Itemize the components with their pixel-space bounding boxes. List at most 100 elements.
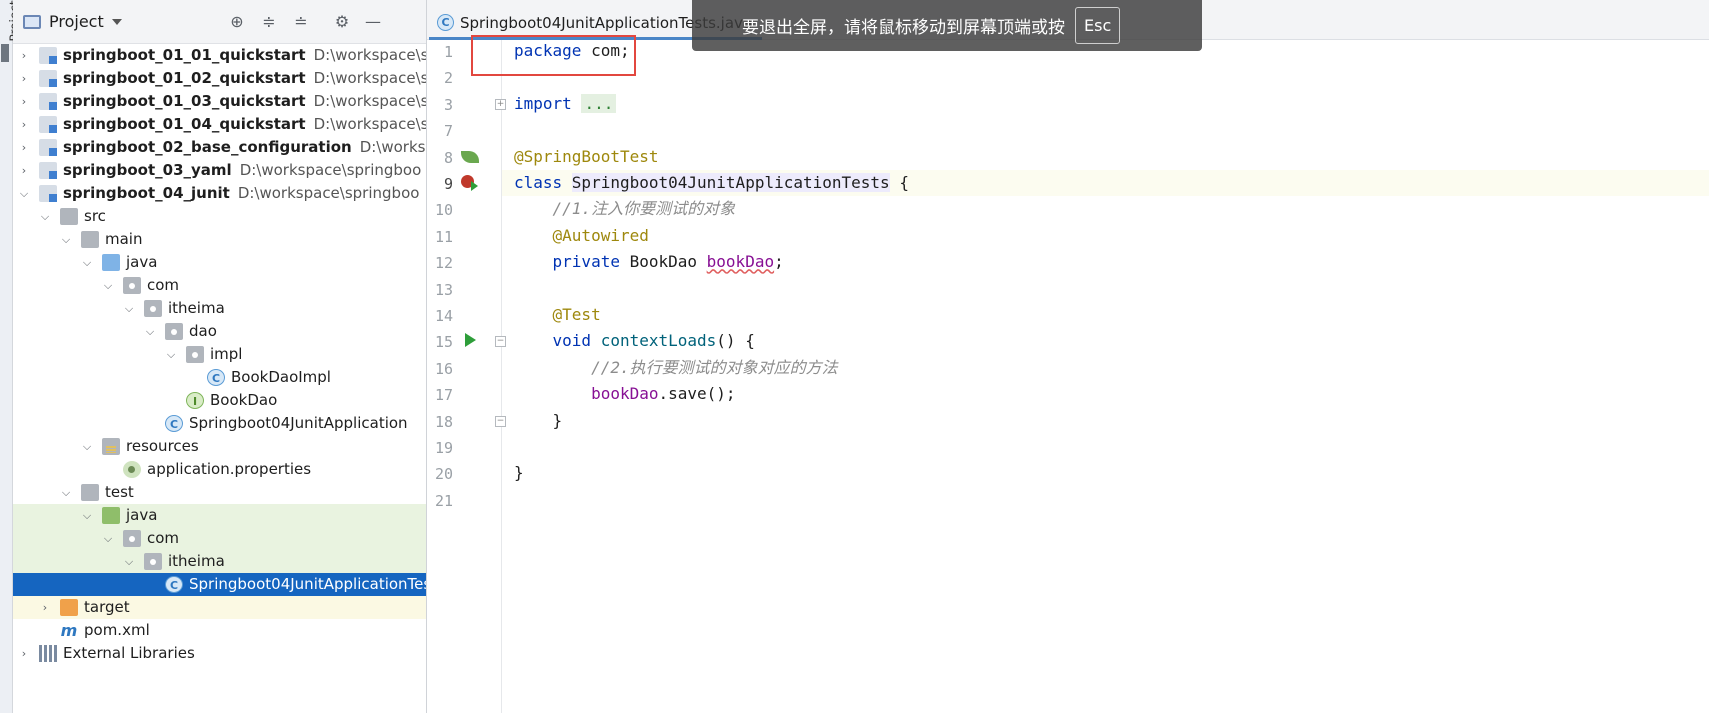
code-area[interactable]: package com; import ... @SpringBootTest cla… <box>502 40 1709 713</box>
collapse-all-icon[interactable]: ≐ <box>291 12 311 32</box>
tree-row[interactable]: I BookDao <box>13 389 426 412</box>
line-number: 1 <box>443 43 453 61</box>
chevron-down-icon[interactable]: ⌵ <box>101 527 115 550</box>
tree-row-label: impl <box>210 345 243 363</box>
tree-row-path: D:\workspace\s <box>313 115 427 133</box>
module-icon <box>39 139 57 156</box>
tree-row[interactable]: ⌵ itheima <box>13 550 426 573</box>
tree-row[interactable]: ⌵ impl <box>13 343 426 366</box>
tree-row-label: itheima <box>168 552 225 570</box>
run-debug-icon[interactable] <box>461 175 478 191</box>
maven-icon: m <box>60 621 78 640</box>
code-line[interactable]: //1.注入你要测试的对象 <box>502 196 1709 222</box>
tree-row[interactable]: › springboot_01_02_quickstart D:\workspace… <box>13 67 426 90</box>
code-line[interactable] <box>502 117 1709 143</box>
chevron-down-icon[interactable]: ⌵ <box>59 228 73 251</box>
chevron-down-icon[interactable]: ⌵ <box>59 481 73 504</box>
tree-row[interactable]: ⌵ java <box>13 251 426 274</box>
module-icon <box>39 93 57 110</box>
expand-all-icon[interactable]: ≑ <box>259 12 279 32</box>
tree-row[interactable]: ⌵ springboot_04_junit D:\workspace\springb… <box>13 182 426 205</box>
fullscreen-exit-notice: 要退出全屏，请将鼠标移动到屏幕顶端或按 Esc <box>692 0 1202 51</box>
code-line[interactable]: //2.执行要测试的对象对应的方法 <box>502 355 1709 381</box>
chevron-down-icon[interactable]: ⌵ <box>143 320 157 343</box>
chevron-down-icon[interactable]: ⌵ <box>17 182 31 205</box>
tree-row[interactable]: ⌵ com <box>13 274 426 297</box>
module-icon <box>39 47 57 64</box>
chevron-right-icon[interactable]: › <box>17 67 31 90</box>
tree-row[interactable]: m pom.xml <box>13 619 426 642</box>
code-line[interactable] <box>502 487 1709 513</box>
tree-row[interactable]: application.properties <box>13 458 426 481</box>
annotation-highlight-box <box>471 35 636 76</box>
tree-row[interactable]: C Springboot04JunitApplication <box>13 412 426 435</box>
chevron-down-icon[interactable]: ⌵ <box>80 251 94 274</box>
tree-row[interactable]: › target <box>13 596 426 619</box>
spring-bean-icon[interactable] <box>461 150 479 163</box>
code-line[interactable]: @SpringBootTest <box>502 144 1709 170</box>
code-line[interactable]: @Autowired <box>502 223 1709 249</box>
class-icon: C <box>207 369 225 386</box>
code-token: //1.注入你要测试的对象 <box>514 199 736 219</box>
code-line[interactable] <box>502 64 1709 90</box>
chevron-right-icon[interactable]: › <box>17 44 31 67</box>
code-line[interactable]: void contextLoads() { <box>502 328 1709 354</box>
chevron-right-icon[interactable]: › <box>38 596 52 619</box>
folder-icon <box>81 484 99 501</box>
code-line[interactable] <box>502 276 1709 302</box>
tree-row[interactable]: ⌵ dao <box>13 320 426 343</box>
code-line[interactable]: @Test <box>502 302 1709 328</box>
tree-row[interactable]: ⌵ itheima <box>13 297 426 320</box>
tree-row[interactable]: ⌵ main <box>13 228 426 251</box>
gear-icon[interactable]: ⚙ <box>332 12 352 32</box>
code-line[interactable]: import ... <box>502 91 1709 117</box>
tree-row[interactable]: C BookDaoImpl <box>13 366 426 389</box>
tree-row-label: springboot_02_base_configuration D:\works… <box>63 136 426 159</box>
tree-row[interactable]: ⌵ java <box>13 504 426 527</box>
chevron-right-icon[interactable]: › <box>17 90 31 113</box>
code-line[interactable] <box>502 434 1709 460</box>
code-line[interactable]: class Springboot04JunitApplicationTests … <box>502 170 1709 197</box>
tree-row[interactable]: C Springboot04JunitApplicationTests <box>13 573 427 596</box>
minimize-icon[interactable]: — <box>363 12 383 32</box>
run-test-icon[interactable] <box>465 333 476 348</box>
tree-row[interactable]: › springboot_02_base_configuration D:\work… <box>13 136 426 159</box>
package-icon <box>123 277 141 294</box>
line-number: 18 <box>434 412 453 431</box>
code-line[interactable]: private BookDao bookDao; <box>502 249 1709 275</box>
esc-key-badge: Esc <box>1075 7 1121 44</box>
code-line[interactable]: bookDao.save(); <box>502 381 1709 407</box>
tree-row[interactable]: ⌵ src <box>13 205 426 228</box>
package-icon <box>123 530 141 547</box>
code-token: .save(); <box>658 384 736 404</box>
tree-row[interactable]: › springboot_01_03_quickstart D:\workspace… <box>13 90 426 113</box>
chevron-down-icon[interactable]: ⌵ <box>122 297 136 320</box>
project-view-selector[interactable]: Project <box>23 12 122 31</box>
chevron-down-icon[interactable]: ⌵ <box>38 205 52 228</box>
chevron-down-icon[interactable]: ⌵ <box>80 504 94 527</box>
chevron-right-icon[interactable]: › <box>17 113 31 136</box>
tree-row[interactable]: ⌵ test <box>13 481 426 504</box>
package-icon <box>165 323 183 340</box>
tree-row[interactable]: › springboot_03_yaml D:\workspace\springbo… <box>13 159 426 182</box>
tree-row-label: Springboot04JunitApplicationTests <box>189 575 427 593</box>
tree-row[interactable]: ⌵ com <box>13 527 426 550</box>
chevron-down-icon[interactable]: ⌵ <box>122 550 136 573</box>
locate-icon[interactable]: ⊕ <box>227 12 247 32</box>
code-token: @Autowired <box>514 225 649 245</box>
stripe-indicator <box>1 44 9 62</box>
chevron-down-icon[interactable]: ⌵ <box>164 343 178 366</box>
chevron-down-icon[interactable]: ⌵ <box>101 274 115 297</box>
tree-row[interactable]: › springboot_01_01_quickstart D:\workspace… <box>13 44 426 67</box>
chevron-down-icon[interactable]: ⌵ <box>80 435 94 458</box>
tree-row[interactable]: › External Libraries <box>13 642 426 665</box>
code-line[interactable]: } <box>502 408 1709 434</box>
tree-row[interactable]: › springboot_01_04_quickstart D:\workspace… <box>13 113 427 136</box>
tree-row-path: D:\worksp <box>359 138 426 156</box>
chevron-right-icon[interactable]: › <box>17 159 31 182</box>
tree-row[interactable]: ⌵ resources <box>13 435 426 458</box>
chevron-right-icon[interactable]: › <box>17 642 31 665</box>
code-token: bookDao <box>706 252 775 272</box>
code-line[interactable]: } <box>502 460 1709 486</box>
chevron-right-icon[interactable]: › <box>17 136 31 159</box>
